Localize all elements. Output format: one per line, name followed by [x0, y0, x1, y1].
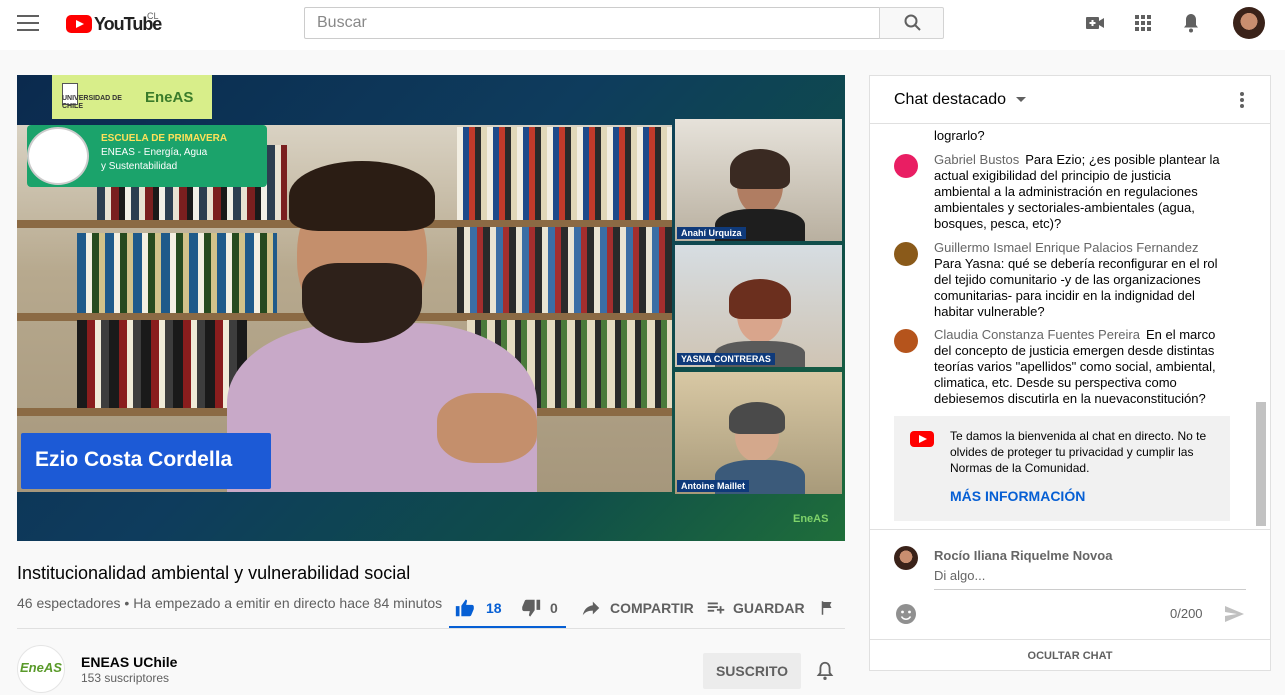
message-author: Claudia Constanza Fuentes Pereira — [934, 327, 1140, 342]
message-body: Gabriel Bustos Para Ezio; ¿es posible pla… — [934, 152, 1224, 232]
author-avatar — [894, 242, 918, 266]
play-logo-icon — [66, 15, 92, 33]
message-text: Para Yasna: qué se debería reconfigurar … — [934, 256, 1218, 319]
send-icon[interactable] — [1222, 602, 1246, 626]
report-flag-button[interactable] — [818, 590, 836, 626]
chat-scrollbar[interactable] — [1256, 402, 1266, 526]
flag-icon — [821, 601, 832, 615]
participant-hair — [730, 149, 790, 189]
apps-grid-icon[interactable] — [1131, 11, 1155, 35]
speaker-figure — [227, 153, 537, 492]
books — [77, 320, 247, 408]
author-avatar — [894, 154, 918, 178]
emoji-icon[interactable] — [894, 602, 918, 626]
like-button[interactable]: 18 — [454, 590, 502, 626]
message-body: Guillermo Ismael Enrique Palacios Fernan… — [934, 240, 1224, 320]
more-info-link[interactable]: MÁS INFORMACIÓN — [950, 488, 1085, 504]
character-counter: 0/200 — [1170, 606, 1203, 621]
message-body: Claudia Constanza Fuentes Pereira En el m… — [934, 327, 1224, 407]
school-line2: ENEAS - Energía, Agua — [101, 147, 208, 158]
share-arrow-icon — [582, 601, 600, 616]
masthead: YouTube CL Buscar — [0, 0, 1285, 50]
notifications-bell-icon[interactable] — [1179, 11, 1203, 35]
hide-chat-button[interactable]: OCULTAR CHAT — [870, 639, 1270, 671]
truncated-message: lograrlo? — [934, 128, 985, 143]
school-line3: y Sustentabilidad — [101, 161, 178, 172]
participant-hair — [729, 402, 785, 434]
school-label: ESCUELA DE PRIMAVERA — [101, 133, 228, 144]
channel-bell-icon[interactable] — [814, 660, 836, 682]
welcome-text: Te damos la bienvenida al chat en direct… — [950, 429, 1207, 475]
share-label: COMPARTIR — [610, 600, 694, 616]
chevron-down-icon — [1015, 97, 1026, 102]
school-text: ESCUELA DE PRIMAVERA ENEAS - Energía, Ag… — [101, 132, 227, 174]
current-user-name: Rocío Iliana Riquelme Novoa — [934, 548, 1113, 563]
divider — [17, 628, 845, 629]
current-user-avatar — [894, 546, 918, 570]
youtube-logo[interactable]: YouTube CL — [66, 11, 162, 35]
school-crest-icon — [27, 127, 89, 185]
search-input[interactable]: Buscar — [304, 7, 880, 39]
corner-brand-logo: EneAS — [793, 513, 829, 525]
video-title: Institucionalidad ambiental y vulnerabil… — [17, 563, 411, 583]
search-button[interactable] — [879, 7, 944, 39]
chat-messages: lograrlo? Gabriel Bustos Para Ezio; ¿es p… — [870, 124, 1270, 529]
participant-label: Anahí Urquiza — [677, 227, 746, 239]
message-author: Guillermo Ismael Enrique Palacios Fernan… — [934, 240, 1199, 255]
channel-avatar-text: EneAS — [20, 660, 62, 675]
thumbs-up-icon — [455, 599, 474, 617]
participant-hair — [729, 279, 791, 319]
speaker-name: Ezio Costa Cordella — [35, 448, 233, 471]
country-code: CL — [147, 11, 159, 21]
author-avatar — [894, 329, 918, 353]
participant-tile: Anahí Urquiza — [675, 119, 842, 241]
youtube-red-icon — [910, 431, 934, 447]
create-video-icon[interactable] — [1083, 11, 1107, 35]
live-chat-panel: Chat destacado lograrlo? Gabriel Bustos P… — [869, 75, 1271, 671]
save-label: GUARDAR — [733, 600, 805, 616]
university-name: UNIVERSIDAD DE CHILE — [62, 95, 122, 110]
more-options-icon[interactable] — [1234, 90, 1250, 110]
thumbs-down-icon — [522, 599, 541, 617]
participant-tile: YASNA CONTRERAS — [675, 245, 842, 367]
video-meta: 46 espectadores • Ha empezado a emitir e… — [17, 595, 443, 611]
chat-input-area: Rocío Iliana Riquelme Novoa Di algo... 0… — [870, 529, 1270, 639]
playlist-add-icon — [707, 602, 725, 614]
dislike-button[interactable]: 0 — [520, 590, 558, 626]
user-avatar[interactable] — [1233, 7, 1265, 39]
eneas-brand: EneAS — [145, 89, 194, 106]
participant-label: YASNA CONTRERAS — [677, 353, 775, 365]
share-button[interactable]: COMPARTIR — [580, 590, 694, 626]
participant-label: Antoine Maillet — [677, 480, 750, 492]
chat-title: Chat destacado — [894, 91, 1007, 108]
chat-message-input[interactable]: Di algo... — [934, 568, 1246, 590]
welcome-banner: Te damos la bienvenida al chat en direct… — [894, 416, 1230, 521]
menu-icon[interactable] — [17, 15, 39, 33]
channel-name[interactable]: ENEAS UChile — [81, 654, 177, 670]
video-player[interactable]: UNIVERSIDAD DE CHILE EneAS ESCUELA DE PR… — [17, 75, 845, 541]
participant-tile: Antoine Maillet — [675, 372, 842, 494]
search-icon — [904, 14, 921, 31]
channel-subscribers: 153 suscriptores — [81, 671, 170, 685]
chat-header: Chat destacado — [870, 76, 1270, 124]
chat-mode-dropdown[interactable]: Chat destacado — [894, 91, 1027, 109]
dislike-count: 0 — [550, 600, 558, 616]
save-button[interactable]: GUARDAR — [705, 590, 805, 626]
like-count: 18 — [486, 600, 502, 616]
subscribed-button[interactable]: SUSCRITO — [703, 653, 801, 689]
message-author: Gabriel Bustos — [934, 152, 1020, 167]
